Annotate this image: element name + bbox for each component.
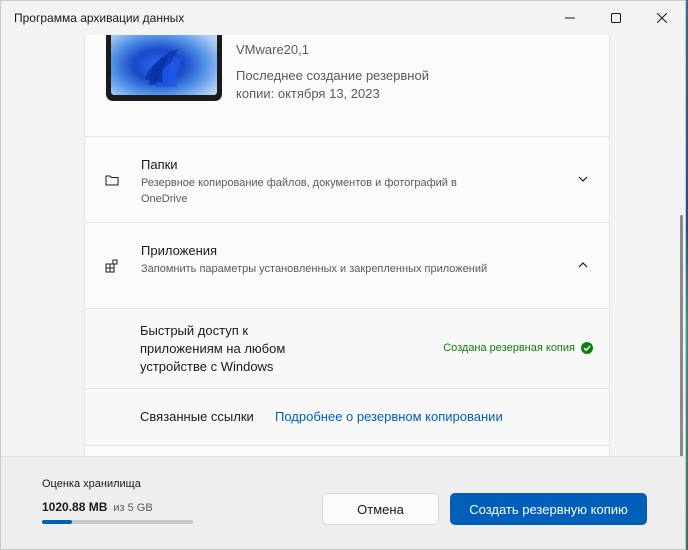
storage-value: 1020.88 MB из 5 GB xyxy=(42,500,153,514)
quick-access-label: Быстрый доступ к приложениям на любом ус… xyxy=(140,323,286,374)
backup-status-text: Создана резервная копия xyxy=(443,342,575,354)
folders-title: Папки xyxy=(141,157,178,172)
windows-wallpaper xyxy=(111,35,217,95)
apps-icon xyxy=(105,259,118,273)
storage-used: 1020.88 MB xyxy=(42,500,108,514)
create-backup-button[interactable]: Создать резервную копию xyxy=(450,493,647,525)
device-card: VMware20,1 Последнее создание резервной … xyxy=(84,35,610,136)
next-section-stub xyxy=(85,446,609,456)
title-bar: Программа архивации данных xyxy=(1,1,685,35)
last-backup-text: Последнее создание резервной копии: октя… xyxy=(236,68,429,101)
backup-status: Создана резервная копия xyxy=(443,342,593,354)
storage-label: Оценка хранилища xyxy=(42,478,141,490)
apps-section[interactable]: Приложения Запомнить параметры установле… xyxy=(84,223,610,456)
storage-progress-fill xyxy=(42,520,73,524)
apps-title: Приложения xyxy=(141,243,218,258)
scrollbar[interactable] xyxy=(680,215,683,456)
backup-window: Программа архивации данных VMware20,1 По… xyxy=(0,0,686,550)
maximize-button[interactable] xyxy=(593,1,639,35)
apps-subtitle: Запомнить параметры установленных и закр… xyxy=(141,263,488,275)
content: VMware20,1 Последнее создание резервной … xyxy=(84,35,610,456)
device-image xyxy=(106,35,222,101)
folder-icon xyxy=(105,175,119,186)
learn-more-link[interactable]: Подробнее о резервном копировании xyxy=(275,409,503,424)
apps-header[interactable]: Приложения Запомнить параметры установле… xyxy=(85,223,609,308)
storage-total: из 5 GB xyxy=(113,502,153,514)
cancel-button[interactable]: Отмена xyxy=(322,493,439,525)
minimize-button[interactable] xyxy=(547,1,593,35)
close-button[interactable] xyxy=(639,1,685,35)
close-icon xyxy=(657,13,667,23)
apps-expanded: Быстрый доступ к приложениям на любом ус… xyxy=(85,308,609,456)
storage-progress-bar xyxy=(42,520,193,524)
windows-bloom-icon xyxy=(145,49,183,87)
chevron-up-icon[interactable] xyxy=(577,259,589,271)
quick-access-row: Быстрый доступ к приложениям на любом ус… xyxy=(85,309,609,389)
folders-header[interactable]: Папки Резервное копирование файлов, доку… xyxy=(85,137,609,222)
related-links-row: Связанные ссылки Подробнее о резервном к… xyxy=(85,389,609,446)
scroll-area[interactable]: VMware20,1 Последнее создание резервной … xyxy=(1,35,685,456)
folders-subtitle: Резервное копирование файлов, документов… xyxy=(141,177,457,205)
maximize-icon xyxy=(611,13,621,23)
device-info: VMware20,1 Последнее создание резервной … xyxy=(236,41,446,103)
chevron-down-icon[interactable] xyxy=(577,173,589,185)
footer: Оценка хранилища 1020.88 MB из 5 GB Отмен… xyxy=(1,456,685,549)
minimize-icon xyxy=(565,17,575,19)
checkmark-icon xyxy=(581,342,593,354)
folders-section[interactable]: Папки Резервное копирование файлов, доку… xyxy=(84,136,610,223)
device-model: VMware20,1 xyxy=(236,42,309,57)
related-links-label: Связанные ссылки xyxy=(140,409,254,424)
window-title: Программа архивации данных xyxy=(14,11,185,25)
